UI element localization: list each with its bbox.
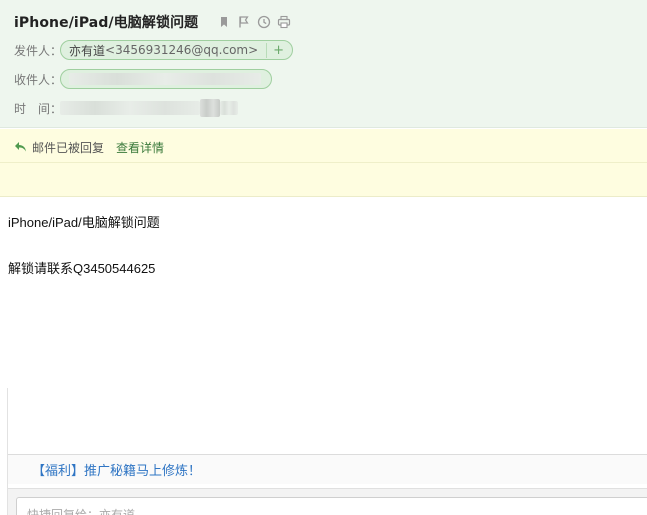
replied-status: 邮件已被回复 (32, 140, 105, 155)
reply-notice-bar: 邮件已被回复 查看详情 (0, 129, 647, 197)
sender-row: 发件人： 亦有道 <3456931246@qq.com> + (14, 39, 294, 61)
flag-icon[interactable] (234, 12, 254, 32)
mail-actions (214, 12, 294, 32)
promo-link[interactable]: 【福利】推广秘籍马上修炼！ (32, 460, 201, 479)
recipient-pill[interactable] (60, 69, 272, 89)
mail-subject: iPhone/iPad/电脑解锁问题 (14, 15, 199, 31)
notice-row: 邮件已被回复 查看详情 (14, 138, 164, 156)
reply-arrow-icon (15, 142, 26, 152)
sender-pill[interactable]: 亦有道 <3456931246@qq.com> + (60, 40, 294, 60)
notice-divider (0, 162, 647, 163)
sender-address: <3456931246@qq.com> (105, 43, 259, 57)
quick-reply-input[interactable]: 快捷回复给：亦有道 (16, 497, 647, 515)
time-redacted-block (200, 99, 220, 117)
time-label: 时 间： (14, 101, 63, 116)
clock-icon[interactable] (254, 12, 274, 32)
print-icon[interactable] (274, 12, 294, 32)
recipient-row: 收件人： (14, 68, 272, 90)
time-redacted-tail (220, 101, 238, 115)
view-details-link[interactable]: 查看详情 (116, 139, 164, 156)
body-line-2: 解锁请联系Q3450544625 (8, 261, 156, 276)
quick-reply-area: 快捷回复给：亦有道 (8, 488, 647, 515)
sender-name: 亦有道 (69, 43, 106, 58)
recipient-label: 收件人： (14, 72, 63, 87)
add-contact-button[interactable]: + (266, 42, 284, 58)
bookmark-icon[interactable] (214, 12, 234, 32)
time-redacted (60, 101, 200, 115)
subject-row: iPhone/iPad/电脑解锁问题 (14, 12, 294, 32)
recipient-redacted (69, 73, 261, 85)
time-row: 时 间： (14, 97, 238, 119)
mail-header: iPhone/iPad/电脑解锁问题 发件人： 亦有道 <3456931246@… (0, 0, 647, 128)
body-line-1: iPhone/iPad/电脑解锁问题 (8, 215, 160, 230)
sender-label: 发件人： (14, 43, 63, 58)
promo-bar: 【福利】推广秘籍马上修炼！ (8, 454, 647, 484)
